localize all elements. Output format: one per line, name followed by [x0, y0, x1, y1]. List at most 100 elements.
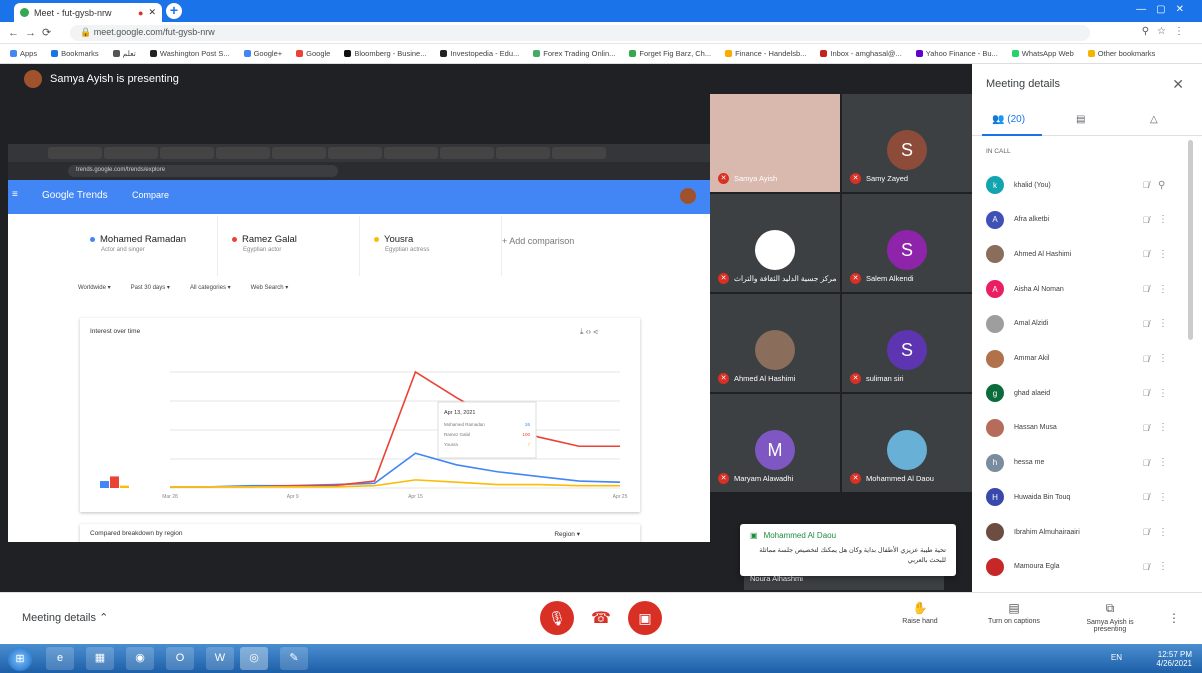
trends-user-avatar: [680, 188, 696, 204]
bookmark-item[interactable]: Investopedia - Edu...: [440, 49, 519, 58]
captions-button[interactable]: ▤ Turn on captions: [974, 601, 1054, 625]
participant-tile[interactable]: S ✕ suliman siri: [842, 294, 972, 392]
pin-icon[interactable]: ⚲: [1158, 180, 1165, 191]
participant-tile-name: Samya Ayish: [734, 174, 778, 183]
chrome-taskbar-icon[interactable]: ◎: [240, 647, 268, 670]
bookmark-item[interactable]: Forget Fig Barz, Ch...: [629, 49, 711, 58]
nav-buttons[interactable]: ←→⟳: [8, 26, 57, 39]
participant-row[interactable]: h hessa me 🎙̸ ⋮: [986, 448, 1176, 478]
url-field[interactable]: 🔒 meet.google.com/fut-gysb-nrw: [70, 25, 1090, 41]
add-comparison: + Add comparison: [502, 236, 575, 246]
participant-row[interactable]: Ammar Akil 🎙̸ ⋮: [986, 344, 1176, 374]
participant-row[interactable]: A Afra alketbi 🎙̸ ⋮: [986, 205, 1176, 235]
word-taskbar-icon[interactable]: W: [206, 647, 234, 670]
muted-mic-icon: ✕: [718, 273, 729, 284]
panel-scrollbar[interactable]: [1188, 140, 1193, 340]
participant-tile[interactable]: S ✕ Salem Alkendi: [842, 194, 972, 292]
participant-tile[interactable]: S ✕ Samy Zayed: [842, 94, 972, 192]
term-color-dot: [374, 237, 379, 242]
participant-row[interactable]: k khalid (You) 🎙̸ ⚲: [986, 170, 1176, 200]
shared-screen: trends.google.com/trends/explore ≡ Googl…: [8, 144, 710, 542]
bookmark-item[interactable]: Inbox - amghasal@...: [820, 49, 902, 58]
bookmark-label: Washington Post S...: [159, 49, 230, 58]
participant-row[interactable]: Mamoura Egla 🎙̸ ⋮: [986, 552, 1176, 582]
bookmark-item[interactable]: Other bookmarks: [1087, 49, 1155, 58]
more-vert-icon[interactable]: ⋮: [1158, 457, 1168, 468]
bookmark-item[interactable]: Bloomberg - Busine...: [344, 49, 426, 58]
participant-row[interactable]: H Huwaida Bin Touq 🎙̸ ⋮: [986, 482, 1176, 512]
more-vert-icon[interactable]: ⋮: [1158, 527, 1168, 538]
more-vert-icon[interactable]: ⋮: [1158, 388, 1168, 399]
more-vert-icon[interactable]: ⋮: [1158, 561, 1168, 572]
participant-tile[interactable]: ✕ Samya Ayish: [710, 94, 840, 192]
tab-close-icon[interactable]: ✕: [148, 7, 156, 18]
browser-toolbar-icons[interactable]: ⚲☆⋮: [1142, 26, 1192, 37]
x-tick-label: Apr 15: [408, 494, 423, 500]
bookmark-item[interactable]: Google: [296, 49, 330, 58]
window-controls[interactable]: —▢✕: [1136, 4, 1194, 15]
bookmark-label: Investopedia - Edu...: [450, 49, 520, 58]
participant-tile[interactable]: ✕ Mohammed Al Daou: [842, 394, 972, 492]
participant-tile[interactable]: ✕ Ahmed Al Hashimi: [710, 294, 840, 392]
camera-toggle-button[interactable]: ▣: [628, 601, 662, 635]
address-bar-row: ←→⟳ 🔒 meet.google.com/fut-gysb-nrw ⚲☆⋮: [0, 22, 1202, 44]
bookmark-item[interactable]: تعلم: [112, 49, 136, 58]
more-vert-icon[interactable]: ⋮: [1158, 422, 1168, 433]
bookmark-favicon-icon: [629, 50, 637, 57]
start-button[interactable]: ⊞: [8, 647, 32, 671]
tab-people[interactable]: 👥 (20): [992, 114, 1025, 125]
participant-tile[interactable]: M ✕ Maryam Alawadhi: [710, 394, 840, 492]
raise-hand-button[interactable]: ✋ Raise hand: [880, 601, 960, 625]
close-panel-icon[interactable]: ✕: [1172, 76, 1184, 93]
windows-taskbar: ⊞ e ▦ ◉ O W ◎ ✎ EN 12:57 PM 4/26/2021: [0, 644, 1202, 673]
participant-row[interactable]: Amal Alzidi 🎙̸ ⋮: [986, 309, 1176, 339]
more-vert-icon[interactable]: ⋮: [1158, 353, 1168, 364]
bookmark-item[interactable]: Bookmarks: [51, 49, 99, 58]
mic-off-icon: 🎙̸: [1142, 284, 1150, 295]
tab-chat[interactable]: ▤: [1076, 114, 1085, 125]
more-vert-icon[interactable]: ⋮: [1158, 318, 1168, 329]
ie-taskbar-icon[interactable]: e: [46, 647, 74, 670]
chat-notification[interactable]: ▣ Mohammed Al Daou تحية طيبة عزيزي الأطفا…: [740, 524, 956, 576]
outlook-taskbar-icon[interactable]: O: [166, 647, 194, 670]
bookmark-item[interactable]: Forex Trading Onlin...: [533, 49, 615, 58]
presenting-label: Samya Ayish is presenting: [1086, 619, 1134, 633]
bookmark-item[interactable]: Washington Post S...: [149, 49, 230, 58]
leave-call-button[interactable]: ☎: [584, 601, 618, 635]
browser-tab-meet[interactable]: Meet - fut-gysb-nrw ● ✕: [14, 3, 162, 22]
muted-mic-icon: ✕: [718, 173, 729, 184]
tab-activities[interactable]: △: [1150, 114, 1158, 125]
explorer-taskbar-icon[interactable]: ▦: [86, 647, 114, 670]
paint-taskbar-icon[interactable]: ✎: [280, 647, 308, 670]
bookmark-item[interactable]: WhatsApp Web: [1011, 49, 1074, 58]
participant-tile-name: suliman siri: [866, 374, 904, 383]
participant-row[interactable]: Ahmed Al Hashimi 🎙̸ ⋮: [986, 239, 1176, 269]
bookmark-label: Apps: [20, 49, 38, 58]
term-desc: Actor and singer: [101, 247, 145, 253]
more-options-button[interactable]: ⋮: [1134, 601, 1202, 628]
participant-row[interactable]: A Aisha Al Noman 🎙̸ ⋮: [986, 274, 1176, 304]
participant-row[interactable]: Hassan Musa 🎙̸ ⋮: [986, 413, 1176, 443]
bookmark-item[interactable]: Yahoo Finance - Bu...: [915, 49, 998, 58]
participant-name: Amal Alzidi: [1014, 320, 1049, 328]
system-tray[interactable]: EN 12:57 PM 4/26/2021: [1111, 650, 1192, 668]
participant-row[interactable]: g ghad alaeid 🎙̸ ⋮: [986, 378, 1176, 408]
bookmark-item[interactable]: Finance - Handelsb...: [725, 49, 806, 58]
participant-avatar: [755, 230, 795, 270]
bookmark-item[interactable]: Apps: [10, 49, 37, 58]
url-text: meet.google.com/fut-gysb-nrw: [93, 27, 215, 37]
participant-tile[interactable]: ✕ مركز جسية الدليد الثقافة والتراث: [710, 194, 840, 292]
mic-toggle-button[interactable]: 🎙: [540, 601, 574, 635]
participant-row[interactable]: Ibrahim Almuhairaairi 🎙̸ ⋮: [986, 517, 1176, 547]
more-vert-icon[interactable]: ⋮: [1158, 284, 1168, 295]
more-vert-icon[interactable]: ⋮: [1158, 492, 1168, 503]
more-vert-icon[interactable]: ⋮: [1158, 214, 1168, 225]
meeting-details-toggle[interactable]: Meeting details ⌃: [22, 611, 108, 624]
more-vert-icon[interactable]: ⋮: [1158, 249, 1168, 260]
panel-tabs: 👥 (20) ▤ △: [972, 108, 1202, 136]
bookmark-item[interactable]: Google+: [243, 49, 282, 58]
bookmark-label: Google: [306, 49, 331, 58]
new-tab-button[interactable]: +: [166, 3, 182, 19]
firefox-taskbar-icon[interactable]: ◉: [126, 647, 154, 670]
participant-tile-name: Ahmed Al Hashimi: [734, 374, 796, 383]
